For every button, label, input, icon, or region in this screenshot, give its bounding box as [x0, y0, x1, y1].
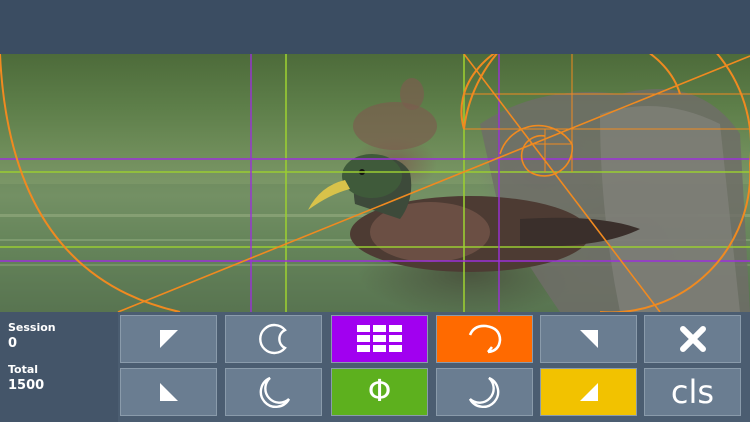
composition-grid-overlay	[0, 54, 750, 312]
grid-button[interactable]	[331, 315, 428, 363]
total-label: Total	[8, 363, 39, 376]
crescent-left-button[interactable]	[225, 315, 322, 363]
phi-button[interactable]: Φ	[331, 368, 428, 416]
moon-icon	[259, 376, 290, 409]
close-icon	[679, 326, 706, 352]
session-value: 0	[8, 336, 18, 351]
spiral-icon	[468, 324, 501, 354]
close-button[interactable]	[644, 315, 741, 363]
session-label: Session	[8, 321, 56, 334]
crescent-left-icon	[258, 323, 287, 355]
moon-button[interactable]	[225, 368, 322, 416]
total-value: 1500	[8, 378, 45, 393]
clear-screen-button[interactable]: cls	[644, 368, 741, 416]
corner-top-right-button[interactable]	[540, 315, 637, 363]
corner-top-left-button[interactable]	[120, 315, 217, 363]
grid-icon	[356, 325, 402, 352]
corner-top-right-icon	[579, 330, 598, 348]
corner-bottom-right-button[interactable]	[540, 368, 637, 416]
spiral-button[interactable]	[436, 315, 533, 363]
corner-top-left-icon	[159, 330, 178, 348]
crescent-right-icon	[468, 376, 499, 409]
phi-icon: Φ	[367, 374, 392, 409]
stats-panel: Session 0 Total 1500	[0, 312, 118, 422]
corner-bottom-left-icon	[159, 383, 178, 401]
crescent-right-button[interactable]	[436, 368, 533, 416]
corner-bottom-right-icon	[579, 383, 598, 401]
clear-screen-icon: cls	[670, 373, 715, 411]
title-bar	[0, 0, 750, 55]
corner-bottom-left-button[interactable]	[120, 368, 217, 416]
